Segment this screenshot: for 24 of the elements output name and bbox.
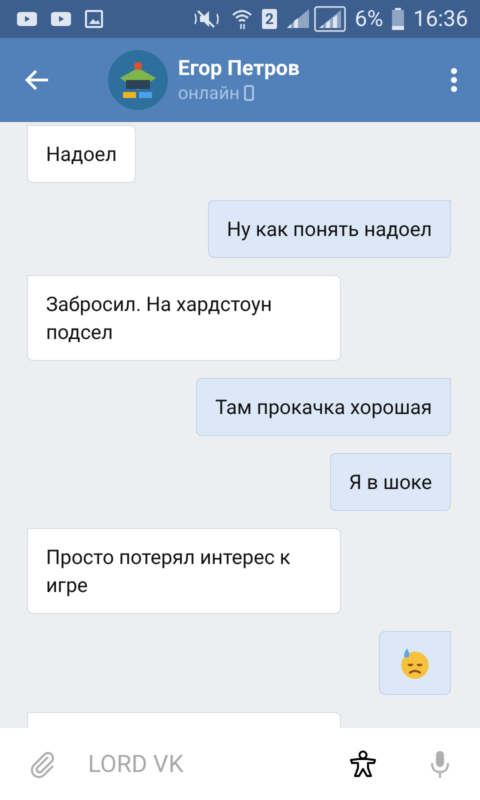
message-bubble: Забросил. На хардстоун подсел xyxy=(27,275,341,361)
gingerbread-figure-icon[interactable] xyxy=(348,749,378,779)
battery-icon xyxy=(391,7,406,31)
back-arrow-icon[interactable] xyxy=(24,69,50,91)
message-bubble: Я в шоке xyxy=(330,453,451,511)
message-bubble: Там прокачка хорошая xyxy=(196,378,451,436)
online-status: онлайн xyxy=(178,82,240,104)
avatar[interactable] xyxy=(108,50,168,110)
video-icon xyxy=(50,10,72,28)
message-input[interactable]: LORD VK xyxy=(72,750,334,778)
message-bubble: Просто потерял интерес к игре xyxy=(27,528,341,614)
video-icon xyxy=(16,10,38,28)
microphone-icon[interactable] xyxy=(428,749,452,779)
image-icon xyxy=(84,9,104,29)
wifi-icon xyxy=(230,7,254,31)
signal-icon xyxy=(284,6,347,32)
more-menu-icon[interactable] xyxy=(450,67,458,93)
message-bubble: Ну как понять надоел xyxy=(208,200,451,258)
battery-percent: 6% xyxy=(354,6,384,32)
phone-icon xyxy=(244,85,254,101)
sim-badge: 2 xyxy=(262,9,277,29)
message-bubble: Надоел xyxy=(27,125,136,183)
clock: 16:36 xyxy=(413,6,468,32)
contact-name: Егор Петров xyxy=(178,56,301,80)
